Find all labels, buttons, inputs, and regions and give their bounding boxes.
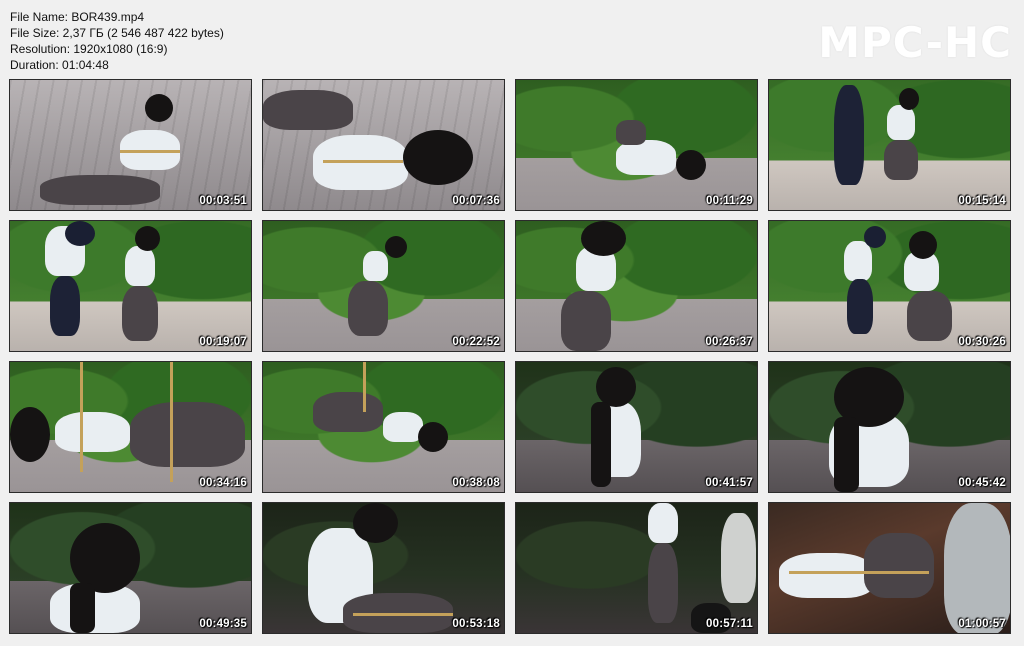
- thumbnail-grid: 00:03:51 00:07:36 00:11:29 00:15:14 00:1…: [9, 79, 1015, 637]
- video-frame: [10, 503, 251, 633]
- video-frame: [769, 221, 1010, 351]
- thumbnail[interactable]: 00:19:07: [9, 220, 252, 352]
- thumbnail[interactable]: 00:53:18: [262, 502, 505, 634]
- thumbnail[interactable]: 00:07:36: [262, 79, 505, 211]
- video-frame: [769, 503, 1010, 633]
- timestamp: 00:26:37: [705, 336, 753, 348]
- video-frame: [10, 80, 251, 210]
- timestamp: 00:57:11: [706, 618, 753, 630]
- timestamp: 00:49:35: [199, 618, 247, 630]
- timestamp: 00:03:51: [199, 195, 247, 207]
- thumbnail[interactable]: 00:11:29: [515, 79, 758, 211]
- video-frame: [769, 80, 1010, 210]
- thumbnail[interactable]: 00:30:26: [768, 220, 1011, 352]
- video-frame: [263, 503, 504, 633]
- video-frame: [769, 362, 1010, 492]
- timestamp: 00:30:26: [958, 336, 1006, 348]
- thumbnail[interactable]: 00:26:37: [515, 220, 758, 352]
- thumbnail[interactable]: 00:57:11: [515, 502, 758, 634]
- thumbnail[interactable]: 00:45:42: [768, 361, 1011, 493]
- video-frame: [263, 80, 504, 210]
- thumbnail[interactable]: 01:00:57: [768, 502, 1011, 634]
- thumbnail[interactable]: 00:22:52: [262, 220, 505, 352]
- timestamp: 00:38:08: [452, 477, 500, 489]
- resolution: Resolution: 1920x1080 (16:9): [10, 42, 168, 56]
- duration: Duration: 01:04:48: [10, 58, 109, 72]
- timestamp: 00:53:18: [452, 618, 500, 630]
- timestamp: 00:19:07: [199, 336, 247, 348]
- timestamp: 00:22:52: [452, 336, 500, 348]
- video-frame: [10, 221, 251, 351]
- thumbnail[interactable]: 00:03:51: [9, 79, 252, 211]
- video-frame: [263, 221, 504, 351]
- mpc-hc-logo: MPC-HC: [818, 18, 1012, 67]
- thumbnail[interactable]: 00:34:16: [9, 361, 252, 493]
- thumbnail[interactable]: 00:38:08: [262, 361, 505, 493]
- thumbnail[interactable]: 00:15:14: [768, 79, 1011, 211]
- timestamp: 00:07:36: [452, 195, 500, 207]
- timestamp: 00:41:57: [705, 477, 753, 489]
- file-name: File Name: BOR439.mp4: [10, 10, 145, 24]
- timestamp: 00:15:14: [958, 195, 1006, 207]
- file-size: File Size: 2,37 ГБ (2 546 487 422 bytes): [10, 26, 224, 40]
- video-frame: [10, 362, 251, 492]
- video-frame: [516, 362, 757, 492]
- video-frame: [516, 80, 757, 210]
- timestamp: 00:34:16: [199, 477, 247, 489]
- timestamp: 00:11:29: [706, 195, 753, 207]
- file-info: File Name: BOR439.mp4 File Size: 2,37 ГБ…: [10, 9, 224, 73]
- thumbnail[interactable]: 00:49:35: [9, 502, 252, 634]
- video-frame: [263, 362, 504, 492]
- video-frame: [516, 221, 757, 351]
- video-frame: [516, 503, 757, 633]
- timestamp: 00:45:42: [958, 477, 1006, 489]
- timestamp: 01:00:57: [958, 618, 1006, 630]
- thumbnail[interactable]: 00:41:57: [515, 361, 758, 493]
